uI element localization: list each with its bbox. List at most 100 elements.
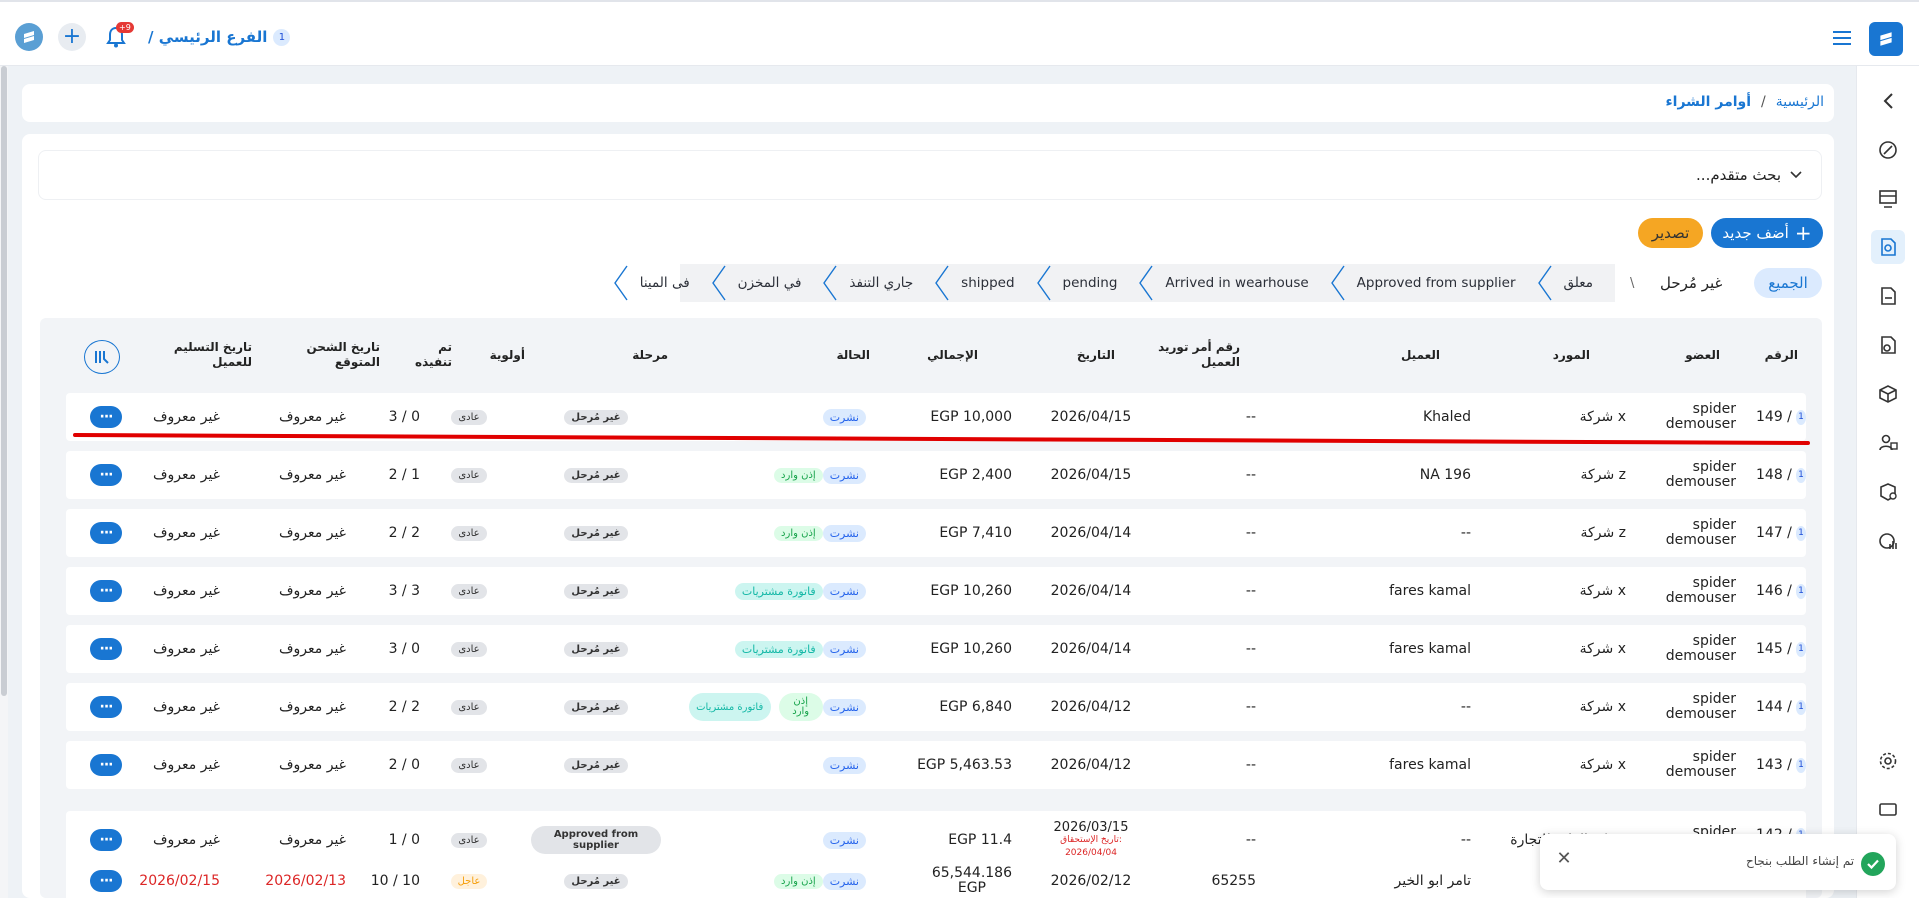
stage-pill: غير مُرحل bbox=[564, 583, 628, 599]
collapse-chevron-icon[interactable] bbox=[1871, 84, 1905, 118]
stage-tab-0[interactable]: معلق bbox=[1537, 264, 1615, 302]
status-tag: فاتورة مشتريات bbox=[734, 640, 823, 658]
dashboard-icon[interactable] bbox=[1871, 133, 1905, 167]
reports-icon[interactable] bbox=[1871, 524, 1905, 558]
table-row[interactable]: 1 143 / spider demouser شركة x fares kamal -- 2… bbox=[66, 741, 1806, 789]
row-actions-button[interactable]: ··· bbox=[90, 829, 122, 851]
delivery-date-value: غير معروف bbox=[153, 832, 220, 848]
supplier-value: شركة z bbox=[1580, 525, 1626, 541]
row-actions-button[interactable]: ··· bbox=[90, 406, 122, 428]
table-row[interactable]: 1 145 / spider demouser شركة x fares kamal -- 2… bbox=[66, 625, 1806, 673]
row-actions-button[interactable]: ··· bbox=[90, 580, 122, 602]
breadcrumb-current: أوامر الشراء bbox=[1665, 94, 1752, 110]
stage-tab-4[interactable]: shipped bbox=[935, 264, 1036, 302]
expected-ship-value: 2026/02/13 bbox=[265, 873, 346, 889]
supplier-value: شركة x bbox=[1579, 583, 1626, 599]
tab-chevron-icon bbox=[823, 265, 837, 301]
menu-icon[interactable] bbox=[1833, 31, 1851, 45]
table-row[interactable]: 1 146 / spider demouser شركة x fares kamal -- 2… bbox=[66, 567, 1806, 615]
supplier-value: شركة x bbox=[1579, 699, 1626, 715]
customer-value: -- bbox=[1460, 832, 1471, 848]
row-actions-button[interactable]: ··· bbox=[90, 464, 122, 486]
row-number[interactable]: 149 / bbox=[1756, 409, 1792, 425]
row-actions-button[interactable]: ··· bbox=[90, 638, 122, 660]
row-actions-button[interactable]: ··· bbox=[90, 696, 122, 718]
customer-value: fares kamal bbox=[1389, 583, 1471, 599]
row-badge: 1 bbox=[1795, 699, 1806, 715]
status-published-pill: نشرت bbox=[822, 640, 866, 658]
column-settings-button[interactable] bbox=[84, 340, 120, 374]
priority-pill: عادى bbox=[451, 699, 487, 715]
stage-tab-2[interactable]: Arrived in wearhouse bbox=[1139, 264, 1330, 302]
stage-tabs: معلق Approved from supplier Arrived in wea… bbox=[613, 264, 1615, 302]
stage-tab-7[interactable]: فى المينا bbox=[613, 264, 712, 302]
row-number[interactable]: 143 / bbox=[1756, 757, 1792, 773]
expected-ship-value: غير معروف bbox=[279, 583, 346, 599]
stage-tab-1[interactable]: Approved from supplier bbox=[1330, 264, 1538, 302]
col-customer[interactable]: العميل bbox=[1380, 348, 1440, 363]
col-stage[interactable]: مرحلة bbox=[600, 348, 668, 363]
notification-bell-icon[interactable]: +9 bbox=[106, 22, 134, 48]
stage-tab-5[interactable]: جاري التنفذ bbox=[823, 264, 935, 302]
table-row[interactable]: 1 148 / spider demouser شركة z NA 196 -- 2026/0… bbox=[66, 451, 1806, 499]
col-date[interactable]: التاريخ bbox=[1040, 348, 1115, 363]
row-badge: 1 bbox=[1795, 641, 1806, 657]
close-icon[interactable]: ✕ bbox=[1554, 850, 1574, 870]
advanced-search-panel[interactable]: بحث متقدم... bbox=[38, 150, 1822, 200]
col-supplier[interactable]: المورد bbox=[1530, 348, 1590, 363]
users-icon[interactable] bbox=[1871, 426, 1905, 460]
page-scrollbar[interactable] bbox=[0, 66, 8, 898]
expected-ship-value: غير معروف bbox=[279, 467, 346, 483]
priority-pill: عادى bbox=[451, 583, 487, 599]
add-icon[interactable]: + bbox=[58, 23, 86, 51]
purchases-icon[interactable] bbox=[1871, 230, 1905, 264]
products-icon[interactable] bbox=[1871, 475, 1905, 509]
table-row[interactable]: 1 147 / spider demouser شركة z -- -- 2026/04/14… bbox=[66, 509, 1806, 557]
delivery-date-value: غير معروف bbox=[153, 583, 220, 599]
app-logo-right[interactable] bbox=[1869, 22, 1903, 56]
row-number[interactable]: 147 / bbox=[1756, 525, 1792, 541]
row-actions-button[interactable]: ··· bbox=[90, 870, 122, 892]
row-number[interactable]: 145 / bbox=[1756, 641, 1792, 657]
col-expected-ship[interactable]: تاريخ الشحن المتوقع bbox=[300, 340, 380, 370]
total-currency: EGP bbox=[957, 880, 986, 896]
customer-po-value: -- bbox=[1245, 641, 1256, 657]
branch-selector[interactable]: 1 الفرع الرئيسي / bbox=[148, 28, 291, 46]
add-new-button[interactable]: + أضف جديد bbox=[1711, 218, 1823, 248]
row-actions-button[interactable]: ··· bbox=[90, 754, 122, 776]
date-value: 2026/04/14 bbox=[1050, 641, 1132, 657]
row-number[interactable]: 148 / bbox=[1756, 467, 1792, 483]
breadcrumb-home[interactable]: الرئيسية bbox=[1776, 94, 1824, 110]
customer-po-value: -- bbox=[1245, 832, 1256, 848]
col-number[interactable]: الرقم bbox=[1760, 348, 1798, 363]
customer-po-value: -- bbox=[1245, 525, 1256, 541]
col-total[interactable]: الإجمالي bbox=[900, 348, 978, 363]
priority-pill: عاجل bbox=[450, 873, 488, 889]
export-button[interactable]: تصدير bbox=[1638, 218, 1703, 248]
app-logo-left[interactable] bbox=[15, 23, 43, 51]
table-row[interactable]: 1 144 / spider demouser شركة x -- -- 2026/04/12… bbox=[66, 683, 1806, 731]
inventory-icon[interactable] bbox=[1871, 377, 1905, 411]
customer-value: fares kamal bbox=[1389, 757, 1471, 773]
stage-tab-all[interactable]: الجميع bbox=[1754, 268, 1822, 298]
pos-icon[interactable] bbox=[1871, 182, 1905, 216]
sales-icon[interactable] bbox=[1871, 279, 1905, 313]
supplier-cell: شركة z bbox=[1486, 509, 1626, 557]
col-status[interactable]: الحالة bbox=[820, 348, 870, 363]
stage-tab-6[interactable]: في المخزن bbox=[711, 264, 824, 302]
col-member[interactable]: العضو bbox=[1660, 348, 1720, 363]
supplier-value: شركة x bbox=[1579, 757, 1626, 773]
returns-icon[interactable] bbox=[1871, 328, 1905, 362]
col-priority[interactable]: أولوية bbox=[475, 348, 525, 363]
stage-tab-unstaged[interactable]: غير مُرحل bbox=[1660, 274, 1722, 292]
settings-gear-icon[interactable] bbox=[1871, 744, 1905, 778]
row-actions-button[interactable]: ··· bbox=[90, 522, 122, 544]
row-number[interactable]: 146 / bbox=[1756, 583, 1792, 599]
col-customer-po[interactable]: رقم أمر توريد العميل bbox=[1140, 340, 1240, 370]
priority-pill: عادى bbox=[451, 757, 487, 773]
col-delivery[interactable]: تاريخ التسليم للعميل bbox=[160, 340, 252, 370]
screen-icon[interactable] bbox=[1871, 793, 1905, 827]
stage-tab-3[interactable]: pending bbox=[1036, 264, 1140, 302]
row-number[interactable]: 144 / bbox=[1756, 699, 1792, 715]
col-done[interactable]: تم تنفيذه bbox=[400, 340, 452, 370]
